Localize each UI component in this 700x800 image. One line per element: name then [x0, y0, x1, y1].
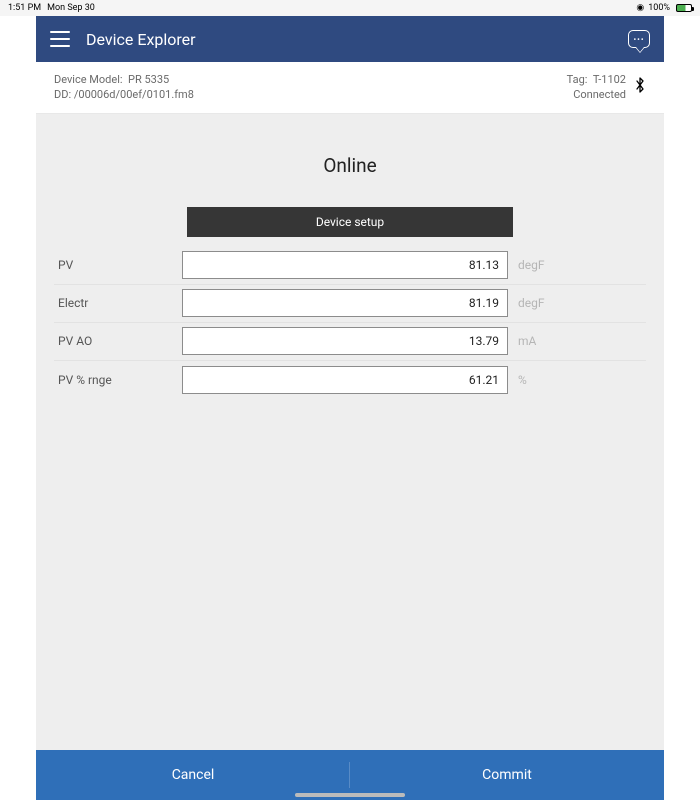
app-header: Device Explorer •••	[36, 16, 664, 62]
bottom-bar: Cancel Commit	[36, 750, 664, 800]
form-row-pv: PV degF	[54, 247, 646, 285]
status-date: Mon Sep 30	[47, 3, 95, 13]
form-row-pv-ao: PV AO mA	[54, 323, 646, 361]
battery-icon	[674, 4, 692, 12]
tag-value: T-1102	[593, 73, 626, 86]
device-info-bar: Device Model: PR 5335 DD: /00006d/00ef/0…	[36, 62, 664, 114]
pv-ao-input[interactable]	[182, 327, 508, 355]
row-label: PV AO	[54, 334, 182, 348]
device-setup-button[interactable]: Device setup	[187, 207, 513, 237]
row-unit: %	[518, 373, 527, 387]
content-area: Online Device setup PV degF Electr degF …	[36, 114, 664, 752]
row-unit: degF	[518, 296, 545, 310]
row-unit: mA	[518, 334, 536, 348]
row-label: PV % rnge	[54, 373, 182, 387]
menu-icon[interactable]	[50, 31, 70, 47]
device-model-label: Device Model:	[54, 73, 123, 86]
form-row-electr: Electr degF	[54, 285, 646, 323]
dd-value: /00006d/00ef/0101.fm8	[74, 88, 194, 101]
status-time: 1:51 PM	[8, 3, 41, 13]
row-label: PV	[54, 258, 182, 272]
pv-range-input[interactable]	[182, 366, 508, 394]
messages-icon[interactable]: •••	[628, 30, 650, 48]
dd-label: DD:	[54, 88, 71, 101]
status-bar: 1:51 PM Mon Sep 30 ◉ 100%	[0, 0, 700, 16]
page-title: Online	[36, 154, 664, 177]
row-unit: degF	[518, 258, 545, 272]
connection-status: Connected	[567, 87, 626, 102]
electr-input[interactable]	[182, 289, 508, 317]
status-battery: 100%	[648, 3, 670, 13]
wifi-icon: ◉	[636, 3, 644, 13]
row-label: Electr	[54, 296, 182, 310]
tag-label: Tag:	[567, 73, 588, 86]
pv-input[interactable]	[182, 251, 508, 279]
home-indicator	[295, 793, 405, 797]
form-row-pv-range: PV % rnge %	[54, 361, 646, 399]
device-model-value: PR 5335	[128, 73, 169, 86]
app-title: Device Explorer	[86, 30, 628, 49]
bluetooth-icon	[634, 77, 646, 97]
